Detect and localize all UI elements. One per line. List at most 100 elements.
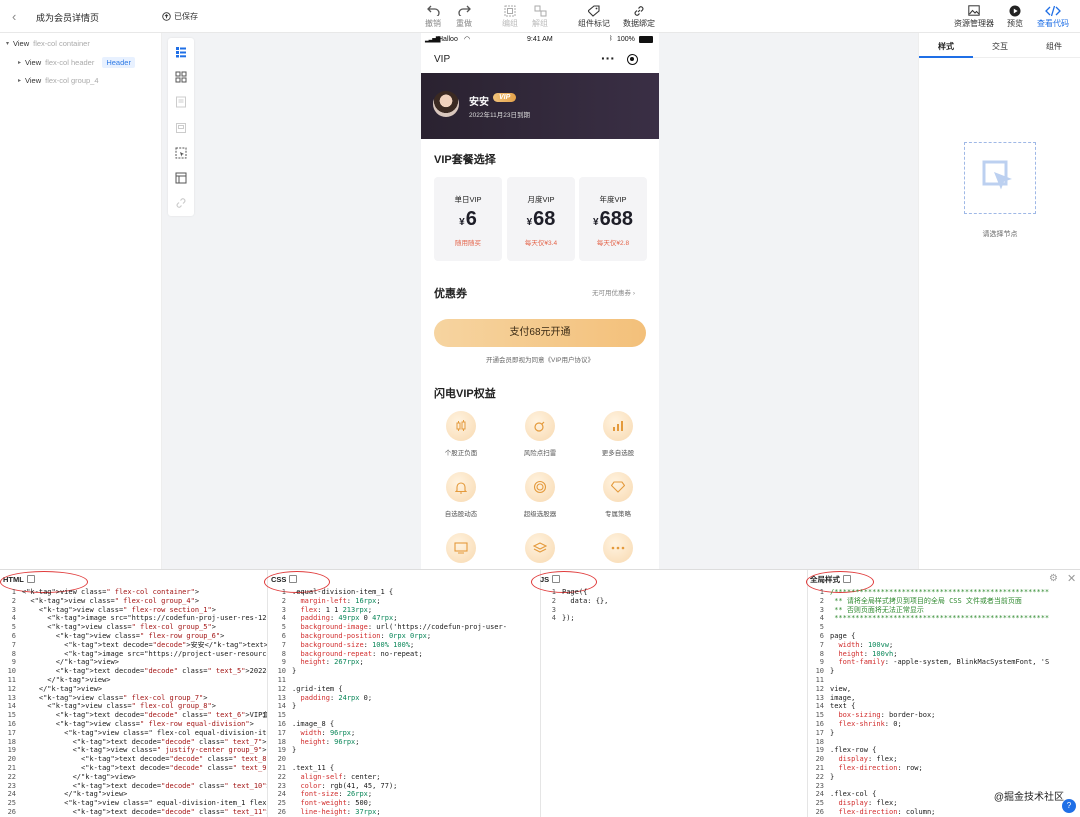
layout-icon[interactable] xyxy=(175,172,187,184)
code-line: 21 flex-direction: row; xyxy=(808,764,1080,773)
tab-style[interactable]: 样式 xyxy=(919,41,973,52)
line-number: 24 xyxy=(7,790,16,799)
benefit-item[interactable] xyxy=(588,533,648,563)
line-number: 22 xyxy=(277,772,286,781)
chevron-left-icon[interactable]: ‹ xyxy=(12,9,16,24)
tree-node-container[interactable]: ▾ View flex-col container xyxy=(6,39,90,48)
component-tag-button[interactable]: 组件标记 xyxy=(578,3,610,29)
code-line: 3 flex: 1 1 213rpx; xyxy=(270,606,540,615)
benefit-item[interactable] xyxy=(510,533,570,563)
line-number: 11 xyxy=(815,675,824,684)
code-text: flex: 1 1 213rpx; xyxy=(300,605,373,614)
code-line: 2 margin-left: 16rpx; xyxy=(270,597,540,606)
unlink-icon[interactable] xyxy=(175,197,187,209)
code-line: 8 height: 100vh; xyxy=(808,650,1080,659)
code-text: /***************************************… xyxy=(830,588,1050,596)
tree-node-header[interactable]: ▸ View flex-col header Header xyxy=(18,57,135,68)
line-number: 3 xyxy=(281,605,286,614)
caret-right-icon[interactable]: ▸ xyxy=(18,59,21,66)
close-capsule-icon[interactable] xyxy=(627,54,638,65)
line-number: 21 xyxy=(815,763,824,772)
page-icon[interactable] xyxy=(175,96,187,108)
benefit-item[interactable]: 超级选股器 xyxy=(510,472,570,518)
css-code-editor[interactable]: 1 .equal-division-item_1 {2 margin-left: … xyxy=(270,588,540,817)
benefit-item[interactable]: 专属策略 xyxy=(588,472,648,518)
plans-title: VIP套餐选择 xyxy=(434,154,496,166)
undo-button[interactable]: 撤销 xyxy=(425,3,441,29)
plan-subtitle: 随用随买 xyxy=(455,240,481,247)
data-binding-button[interactable]: 数据绑定 xyxy=(623,3,655,29)
tree-node-class: flex-col header xyxy=(45,58,95,67)
frame-icon[interactable] xyxy=(175,122,187,134)
benefit-item[interactable]: 个股正负面 xyxy=(431,411,491,457)
code-line: 20 display: flex; xyxy=(808,755,1080,764)
tree-node-class: flex-col container xyxy=(33,39,90,48)
benefit-item[interactable] xyxy=(431,533,491,563)
code-text: .grid-item { xyxy=(292,684,343,693)
settings-icon[interactable]: ⚙ xyxy=(1049,573,1058,584)
code-line: 5 <"k-tag">view class=" flex-col group_5… xyxy=(0,623,267,632)
page-title: 成为会员详情页 xyxy=(36,13,100,23)
line-number: 14 xyxy=(815,702,824,711)
pay-button[interactable]: 支付68元开通 xyxy=(434,319,646,347)
redo-button[interactable]: 重做 xyxy=(456,3,472,29)
ungroup-button[interactable]: 解组 xyxy=(532,3,548,29)
code-text: <"k-tag">view class=" flex-row section_1… xyxy=(22,605,216,614)
line-number: 1 xyxy=(551,588,556,596)
line-number: 26 xyxy=(277,807,286,816)
line-number: 6 xyxy=(819,631,824,640)
code-line: 18 xyxy=(808,738,1080,747)
layers-list-icon[interactable] xyxy=(175,46,187,58)
tree-node-group-4[interactable]: ▸ View flex-col group_4 xyxy=(18,76,99,85)
group-button[interactable]: 编组 xyxy=(502,3,518,29)
app-root: ‹ 成为会员详情页 已保存 撤销 重做 编组 解组 组件标记 数据绑定 资源管理… xyxy=(0,0,1080,817)
select-area-icon[interactable] xyxy=(175,147,187,159)
line-number: 2 xyxy=(11,596,16,605)
tab-interaction[interactable]: 交互 xyxy=(973,41,1027,52)
preview-button[interactable]: 预览 xyxy=(1007,3,1023,29)
tab-component[interactable]: 组件 xyxy=(1027,41,1080,52)
code-text: line-height: 37rpx; xyxy=(300,807,381,816)
phone-preview[interactable]: ▂▃▅▇ Halloo ◠ 9:41 AM ᛒ 100% VIP ··· 安安 … xyxy=(421,33,659,569)
code-text: color: rgb(41, 45, 77); xyxy=(300,781,398,790)
code-text: flex-direction: row; xyxy=(838,763,923,772)
coupon-hint[interactable]: 无可用优惠券 › xyxy=(592,287,635,297)
agreement-text[interactable]: 开通会员即视为同意《VIP用户协议》 xyxy=(421,354,659,364)
code-text: ** 请将全局样式拷贝到项目的全局 CSS 文件或者当前页面 xyxy=(830,596,1022,605)
line-number: 25 xyxy=(277,799,286,808)
view-code-button[interactable]: 查看代码 xyxy=(1037,3,1069,29)
code-text: <"k-tag">view class=" flex-col group_5"> xyxy=(22,623,216,632)
line-number: 15 xyxy=(277,711,286,720)
close-icon[interactable]: ✕ xyxy=(1067,572,1076,585)
plan-card-day[interactable]: 单日VIP ¥6 随用随买 xyxy=(434,177,502,261)
more-dots-icon[interactable]: ··· xyxy=(601,50,615,66)
code-line: 13 <"k-tag">view class=" flex-col group_… xyxy=(0,694,267,703)
caret-right-icon[interactable]: ▸ xyxy=(18,77,21,84)
help-icon[interactable]: ? xyxy=(1062,799,1076,813)
plan-card-year[interactable]: 年度VIP ¥688 每天仅¥2.8 xyxy=(579,177,647,261)
avatar[interactable] xyxy=(433,91,459,117)
benefit-label: 更多自选股 xyxy=(601,450,635,457)
js-code-editor[interactable]: 1 Page({2 data: {}, 3 4}); xyxy=(540,588,807,817)
code-line: 9 font-family: -apple-system, BlinkMacSy… xyxy=(808,658,1080,667)
plan-card-month[interactable]: 月度VIP ¥68 每天仅¥3.4 xyxy=(507,177,575,261)
layer-tree: ▾ View flex-col container ▸ View flex-co… xyxy=(0,33,162,569)
html-code-editor[interactable]: 1 <"k-tag">view class=" flex-col containe… xyxy=(0,588,267,817)
caret-down-icon[interactable]: ▾ xyxy=(6,40,9,47)
line-number: 4 xyxy=(819,614,824,623)
grid-icon[interactable] xyxy=(175,71,187,83)
benefit-item[interactable]: 更多自选股 xyxy=(588,411,648,457)
resource-manager-button[interactable]: 资源管理器 xyxy=(954,3,994,29)
code-text: margin-left: 16rpx; xyxy=(300,596,381,605)
code-text: </"k-tag">view> xyxy=(22,675,111,684)
code-text: ** 否则页面将无法正常显示 xyxy=(830,605,924,614)
code-line: 2 ** 请将全局样式拷贝到项目的全局 CSS 文件或者当前页面 xyxy=(808,597,1080,606)
code-text: } xyxy=(292,702,297,711)
benefit-item[interactable]: 自选股动态 xyxy=(431,472,491,518)
global-code-editor[interactable]: 1 /**************************************… xyxy=(808,588,1080,817)
empty-selection-placeholder xyxy=(964,142,1036,214)
saved-label: 已保存 xyxy=(174,12,198,21)
line-number: 2 xyxy=(551,596,556,605)
plan-price: ¥6 xyxy=(434,208,502,231)
benefit-item[interactable]: 风险点扫雷 xyxy=(510,411,570,457)
